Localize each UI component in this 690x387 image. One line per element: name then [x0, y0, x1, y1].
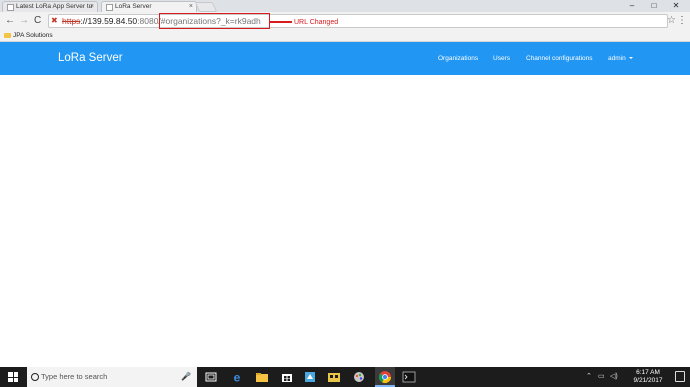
browser-menu-icon[interactable]: ⋮ [677, 12, 687, 30]
nav-channel-configurations[interactable]: Channel configurations [526, 42, 593, 75]
user-menu[interactable]: admin [608, 42, 633, 75]
paint-icon[interactable] [352, 370, 366, 384]
tray-expand-icon[interactable]: ⌃ [586, 367, 592, 387]
url-annotation-box [159, 13, 270, 29]
tab-label: Latest LoRa App Server tu [16, 3, 93, 10]
task-view-icon[interactable] [204, 370, 218, 384]
microphone-icon[interactable]: 🎤 [181, 367, 191, 387]
forward-button[interactable]: → [19, 15, 29, 27]
url-host: ://139.59.84.50 [80, 16, 138, 26]
app-icon[interactable] [303, 370, 317, 384]
bookmark-star-icon[interactable]: ☆ [667, 12, 676, 30]
page-favicon-icon [7, 4, 14, 11]
taskbar-search[interactable]: Type here to search 🎤 [27, 367, 197, 387]
annotation-connector [270, 21, 292, 23]
nav-users[interactable]: Users [493, 42, 510, 75]
tab-strip: Latest LoRa App Server tu × LoRa Server … [0, 0, 690, 12]
files-icon[interactable] [327, 370, 341, 384]
terminal-icon[interactable] [402, 370, 416, 384]
windows-start-icon[interactable] [8, 372, 18, 382]
page-favicon-icon [106, 4, 113, 11]
svg-text:e: e [234, 371, 241, 385]
screen: Latest LoRa App Server tu × LoRa Server … [0, 0, 690, 387]
app-brand[interactable]: LoRa Server [58, 42, 123, 75]
url-scheme: https [62, 16, 81, 26]
app-header: LoRa Server Organizations Users Channel … [0, 42, 690, 75]
folder-icon[interactable] [255, 370, 269, 384]
edge-icon[interactable]: e [230, 370, 244, 385]
bookmark-label: JPA Solutions [13, 32, 53, 39]
system-clock[interactable]: 6:17 AM 9/21/2017 [628, 369, 668, 385]
nav-organizations[interactable]: Organizations [438, 42, 478, 75]
maximize-button[interactable]: □ [646, 0, 662, 11]
tab-lora-server[interactable]: LoRa Server × [101, 1, 197, 12]
bookmark-jpa-solutions[interactable]: JPA Solutions [4, 30, 53, 41]
insecure-lock-icon: ✖ [51, 16, 58, 25]
close-window-button[interactable]: ✕ [668, 0, 684, 11]
main-content [0, 75, 690, 367]
browser-toolbar: ← → C ✖ https://139.59.84.50:8080/#organ… [0, 12, 690, 30]
clock-time: 6:17 AM [636, 369, 660, 376]
tab-label: LoRa Server [115, 3, 152, 10]
back-button[interactable]: ← [5, 15, 15, 27]
chrome-icon[interactable] [378, 370, 392, 384]
taskbar: Type here to search 🎤 e ⌃ ▭ ◁) 6:17 AM 9… [0, 367, 690, 387]
cortana-icon [31, 373, 39, 381]
tab-close-icon[interactable]: × [90, 2, 94, 12]
tab-close-icon[interactable]: × [189, 2, 193, 12]
clock-date: 9/21/2017 [633, 377, 663, 384]
address-bar[interactable]: ✖ https://139.59.84.50:8080/#organizatio… [48, 14, 668, 28]
caret-down-icon [628, 57, 633, 60]
notification-center-icon[interactable] [675, 371, 685, 382]
tab-lora-tutorial[interactable]: Latest LoRa App Server tu × [2, 1, 98, 12]
reload-button[interactable]: C [34, 15, 41, 27]
folder-icon [4, 33, 11, 38]
search-placeholder: Type here to search [41, 372, 108, 381]
new-tab-button[interactable] [194, 2, 218, 12]
minimize-button[interactable]: – [624, 0, 640, 11]
bookmarks-bar: JPA Solutions [0, 30, 690, 42]
user-menu-label: admin [608, 55, 626, 62]
volume-icon[interactable]: ◁) [610, 367, 618, 387]
annotation-label: URL Changed [294, 19, 339, 26]
store-icon[interactable] [280, 370, 294, 384]
network-icon[interactable]: ▭ [598, 367, 605, 387]
